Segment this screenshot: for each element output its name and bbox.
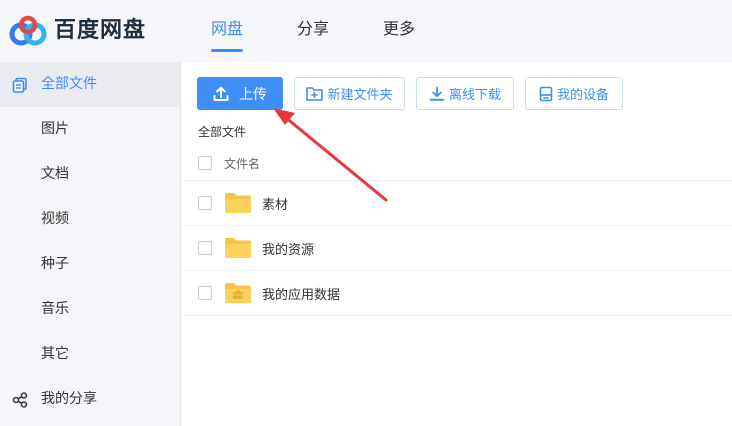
column-header-filename[interactable]: 文件名 — [224, 155, 260, 172]
toolbar: 上传 新建文件夹 离线下载 我的设备 — [197, 77, 634, 110]
file-list-panel: 上传 新建文件夹 离线下载 我的设备 全部文件 文件名 素材 我的资源 我的应用… — [182, 62, 732, 426]
share-icon — [12, 392, 28, 408]
sidebar-item-videos[interactable]: 视频 — [0, 197, 180, 242]
row-checkbox[interactable] — [198, 286, 212, 300]
my-devices-button-label: 我的设备 — [556, 88, 609, 103]
files-icon — [12, 77, 28, 93]
table-row[interactable]: 我的资源 — [182, 226, 732, 271]
tab-more[interactable]: 更多 — [367, 0, 431, 62]
row-checkbox[interactable] — [198, 196, 212, 210]
folder-icon — [224, 192, 252, 214]
sidebar-item-label: 其它 — [41, 346, 69, 362]
file-table-header: 文件名 — [182, 147, 732, 181]
sidebar-item-label: 种子 — [41, 256, 69, 272]
breadcrumb[interactable]: 全部文件 — [198, 123, 246, 140]
app-logo-text: 百度网盘 — [54, 18, 147, 43]
upload-button-label: 上传 — [239, 86, 267, 103]
sidebar-item-other[interactable]: 其它 — [0, 332, 180, 377]
file-name[interactable]: 素材 — [262, 194, 288, 213]
main-nav: 网盘 分享 更多 — [195, 0, 453, 62]
tab-share[interactable]: 分享 — [281, 0, 345, 62]
offline-download-button[interactable]: 离线下载 — [416, 77, 514, 110]
device-icon — [539, 86, 553, 101]
upload-icon — [213, 86, 229, 101]
baidu-netdisk-window: 百度网盘 网盘 分享 更多 全部文件 图片 文档 视频 种子 音乐 其它 我的分… — [0, 0, 732, 426]
file-name[interactable]: 我的应用数据 — [262, 284, 340, 303]
my-devices-button[interactable]: 我的设备 — [525, 77, 623, 110]
sidebar-item-label: 全部文件 — [41, 76, 97, 92]
table-row[interactable]: 我的应用数据 — [182, 271, 732, 316]
sidebar-item-images[interactable]: 图片 — [0, 107, 180, 152]
sidebar-item-label: 我的分享 — [41, 391, 97, 407]
sidebar-item-label: 视频 — [41, 211, 69, 227]
app-data-folder-icon — [224, 282, 252, 304]
sidebar-item-label: 文档 — [41, 166, 69, 182]
sidebar: 全部文件 图片 文档 视频 种子 音乐 其它 我的分享 — [0, 62, 181, 426]
upload-button[interactable]: 上传 — [197, 77, 283, 110]
select-all-checkbox[interactable] — [198, 156, 212, 170]
sidebar-item-label: 音乐 — [41, 301, 69, 317]
offline-download-button-label: 离线下载 — [448, 88, 501, 103]
sidebar-item-documents[interactable]: 文档 — [0, 152, 180, 197]
new-folder-icon — [306, 87, 324, 101]
sidebar-item-torrents[interactable]: 种子 — [0, 242, 180, 287]
app-logo[interactable]: 百度网盘 — [8, 14, 146, 48]
new-folder-button-label: 新建文件夹 — [327, 88, 393, 103]
sidebar-item-music[interactable]: 音乐 — [0, 287, 180, 332]
download-icon — [429, 86, 445, 101]
tab-netdisk[interactable]: 网盘 — [195, 0, 259, 62]
sidebar-item-all-files[interactable]: 全部文件 — [0, 62, 180, 107]
table-row[interactable]: 素材 — [182, 181, 732, 226]
new-folder-button[interactable]: 新建文件夹 — [294, 77, 405, 110]
baidu-cloud-logo-icon — [9, 15, 47, 46]
folder-icon — [224, 237, 252, 259]
file-name[interactable]: 我的资源 — [262, 239, 314, 258]
row-checkbox[interactable] — [198, 241, 212, 255]
top-header: 百度网盘 网盘 分享 更多 — [0, 0, 732, 62]
sidebar-item-label: 图片 — [41, 121, 69, 137]
sidebar-item-my-shares[interactable]: 我的分享 — [0, 377, 180, 422]
